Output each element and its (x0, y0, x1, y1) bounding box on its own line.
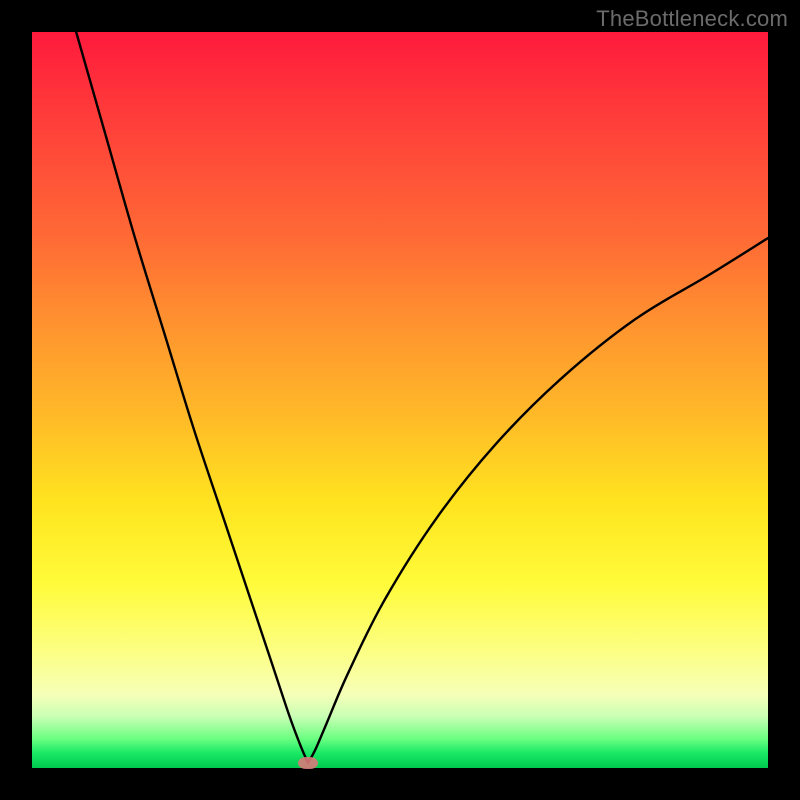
bottleneck-curve (32, 32, 768, 768)
watermark-text: TheBottleneck.com (596, 6, 788, 32)
chart-frame: TheBottleneck.com (0, 0, 800, 800)
plot-area (32, 32, 768, 768)
optimum-marker (298, 757, 318, 769)
